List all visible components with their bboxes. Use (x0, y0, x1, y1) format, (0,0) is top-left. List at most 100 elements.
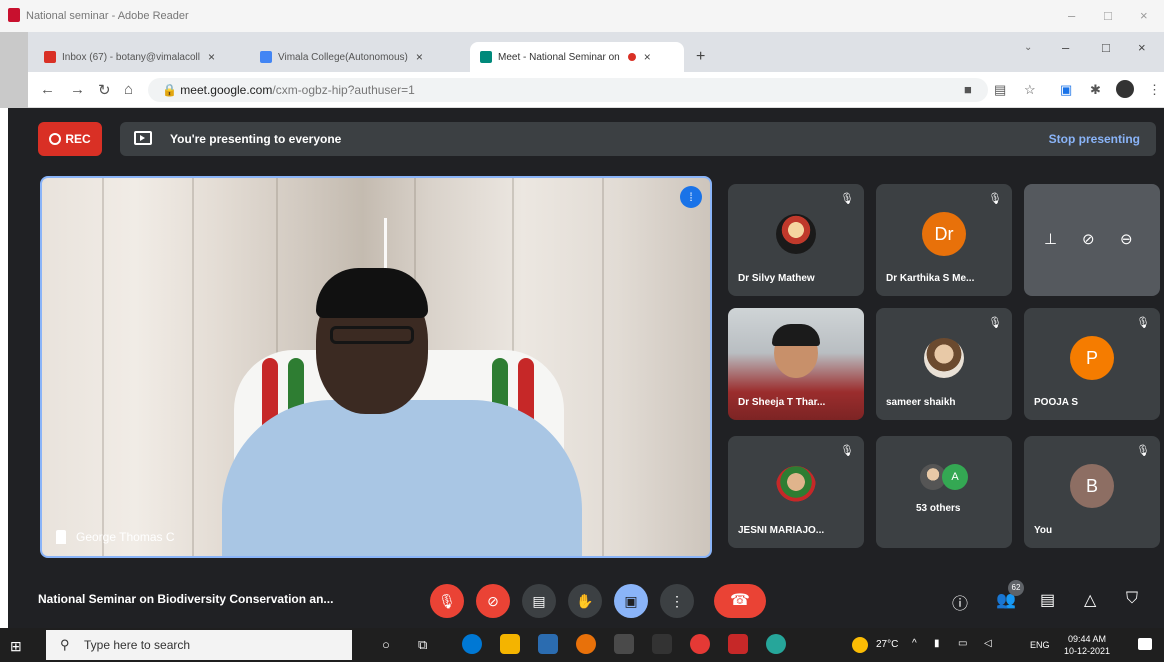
back-icon[interactable]: ← (40, 81, 55, 98)
volume-icon[interactable]: ◁ (984, 638, 992, 649)
close-tab-icon[interactable]: × (208, 50, 215, 64)
maximize-icon[interactable]: □ (1104, 8, 1112, 23)
participant-tile[interactable]: 🎙 Dr Silvy Mathew (728, 184, 864, 296)
present-screen-icon (134, 131, 152, 145)
forward-icon[interactable]: → (70, 81, 85, 98)
remove-participant-icon[interactable]: ⊖ (1120, 230, 1133, 248)
curtain-fold (102, 178, 104, 556)
pin-icon[interactable]: ⊥ (1044, 230, 1057, 248)
tray-chevron-icon[interactable]: ^ (912, 638, 917, 649)
hovered-participant-tile[interactable]: ⊥ ⊘ ⊖ (1024, 184, 1160, 296)
stop-presenting-button[interactable]: Stop presenting (1041, 126, 1148, 152)
window-edge (0, 32, 28, 108)
dropbox-icon[interactable] (614, 634, 634, 654)
participant-tile[interactable]: 🎙 Dr Dr Karthika S Me... (876, 184, 1012, 296)
lock-icon: 🔒 (162, 83, 177, 97)
end-call-button[interactable]: ☎ (714, 584, 766, 618)
people-count-badge: 62 (1008, 580, 1024, 596)
extension-icon[interactable]: ▣ (1060, 82, 1072, 98)
windows-start-icon[interactable]: ⊞ (10, 638, 22, 655)
address-bar[interactable]: 🔒 meet.google.com/cxm-ogbz-hip?authuser=… (148, 78, 988, 102)
close-tab-icon[interactable]: × (644, 50, 651, 64)
participant-video-tile[interactable]: Dr Sheeja T Thar... (728, 308, 864, 420)
meet-icon (480, 51, 492, 63)
captions-button[interactable]: ▤ (522, 584, 556, 618)
search-icon: ⚲ (60, 637, 70, 652)
app-icon[interactable] (652, 634, 672, 654)
weather-icon[interactable] (852, 637, 868, 653)
self-tile[interactable]: 🎙 B You (1024, 436, 1160, 548)
participant-tile[interactable]: 🎙 P POOJA S (1024, 308, 1160, 420)
others-tile[interactable]: A 53 others (876, 436, 1012, 548)
camera-in-use-icon[interactable]: ■ (964, 82, 972, 97)
present-button[interactable]: ▣ (614, 584, 648, 618)
presenting-banner: You're presenting to everyone Stop prese… (120, 122, 1156, 156)
close-icon[interactable]: × (1140, 8, 1148, 23)
chat-icon[interactable]: ▤ (1040, 590, 1055, 610)
media-icon[interactable] (690, 634, 710, 654)
tab-vimala-college[interactable]: Vimala College(Autonomous) × (250, 42, 466, 72)
self-name: You (1034, 525, 1053, 536)
more-options-button[interactable]: ⋮ (660, 584, 694, 618)
participant-name: Dr Karthika S Me... (886, 273, 975, 284)
profile-avatar[interactable] (1116, 80, 1134, 98)
browser-toolbar: ← → ↻ ⌂ 🔒 meet.google.com/cxm-ogbz-hip?a… (28, 72, 1164, 108)
participant-name: POOJA S (1034, 397, 1079, 408)
share-page-icon[interactable]: ▤ (994, 82, 1006, 98)
browser-menu-icon[interactable]: ⋮ (1148, 82, 1161, 98)
raise-hand-button[interactable]: ✋ (568, 584, 602, 618)
task-view-icon[interactable]: ⧉ (418, 637, 427, 653)
app-icon[interactable] (766, 634, 786, 654)
participant-tile[interactable]: 🎙 JESNI MARIAJO... (728, 436, 864, 548)
main-speaker-name: George Thomas C (76, 530, 175, 544)
battery-icon[interactable]: ▭ (958, 638, 967, 649)
home-icon[interactable]: ⌂ (124, 81, 133, 98)
cortana-icon[interactable]: ○ (382, 637, 390, 652)
input-language[interactable]: ENG (1030, 640, 1050, 650)
tab-label: Vimala College(Autonomous) (278, 51, 408, 63)
host-controls-icon[interactable]: ⛉ (1126, 590, 1138, 608)
camera-off-button[interactable]: ⊘ (476, 584, 510, 618)
close-tab-icon[interactable]: × (416, 50, 423, 64)
tab-gmail[interactable]: Inbox (67) - botany@vimalacoll × (34, 42, 246, 72)
mail-icon[interactable] (538, 634, 558, 654)
main-speaker-video[interactable]: ⁞ George Thomas C (40, 176, 712, 558)
browser-minimize-icon[interactable]: – (1062, 40, 1069, 55)
taskbar-search-box[interactable]: ⚲ Type here to search (46, 630, 352, 660)
file-explorer-icon[interactable] (500, 634, 520, 654)
extensions-puzzle-icon[interactable]: ✱ (1090, 82, 1101, 98)
recording-indicator[interactable]: REC (38, 122, 102, 156)
network-icon[interactable]: ▮ (934, 638, 940, 649)
browser-close-icon[interactable]: × (1138, 40, 1146, 55)
edge-icon[interactable] (462, 634, 482, 654)
browser-maximize-icon[interactable]: □ (1102, 40, 1110, 55)
bookmark-star-icon[interactable]: ☆ (1024, 82, 1036, 98)
mic-off-icon: 🎙 (840, 445, 854, 457)
acrobat-icon[interactable] (728, 634, 748, 654)
mute-participant-icon[interactable]: ⊘ (1082, 230, 1095, 248)
reload-icon[interactable]: ↻ (98, 81, 111, 99)
meeting-details-icon[interactable]: ⓘ (952, 590, 968, 614)
taskbar-clock[interactable]: 09:44 AM 10-12-2021 (1064, 633, 1110, 657)
microphone-off-button[interactable]: 🎙 (430, 584, 464, 618)
notifications-icon[interactable] (1138, 638, 1152, 650)
activities-icon[interactable]: △ (1084, 590, 1096, 610)
reader-title-bar: National seminar - Adobe Reader – □ × (0, 0, 1164, 32)
tab-google-meet[interactable]: Meet - National Seminar on × (470, 42, 684, 72)
recording-indicator-icon (627, 53, 636, 61)
participant-avatar (776, 466, 816, 506)
participant-name: sameer shaikh (886, 397, 956, 408)
chrome-icon[interactable] (576, 634, 596, 654)
url-host: meet.google.com (180, 83, 273, 97)
tab-label: Meet - National Seminar on (498, 51, 620, 63)
reader-window-title: National seminar - Adobe Reader (26, 10, 189, 22)
tab-search-icon[interactable]: ⌄ (1024, 42, 1032, 53)
clock-date: 10-12-2021 (1064, 646, 1111, 656)
search-placeholder: Type here to search (84, 638, 191, 652)
minimize-icon[interactable]: – (1068, 8, 1075, 23)
new-tab-button[interactable]: + (696, 48, 705, 66)
participant-name: JESNI MARIAJO... (738, 525, 825, 536)
participant-avatar: A (942, 464, 968, 490)
participant-avatar (924, 338, 964, 378)
participant-tile[interactable]: 🎙 sameer shaikh (876, 308, 1012, 420)
